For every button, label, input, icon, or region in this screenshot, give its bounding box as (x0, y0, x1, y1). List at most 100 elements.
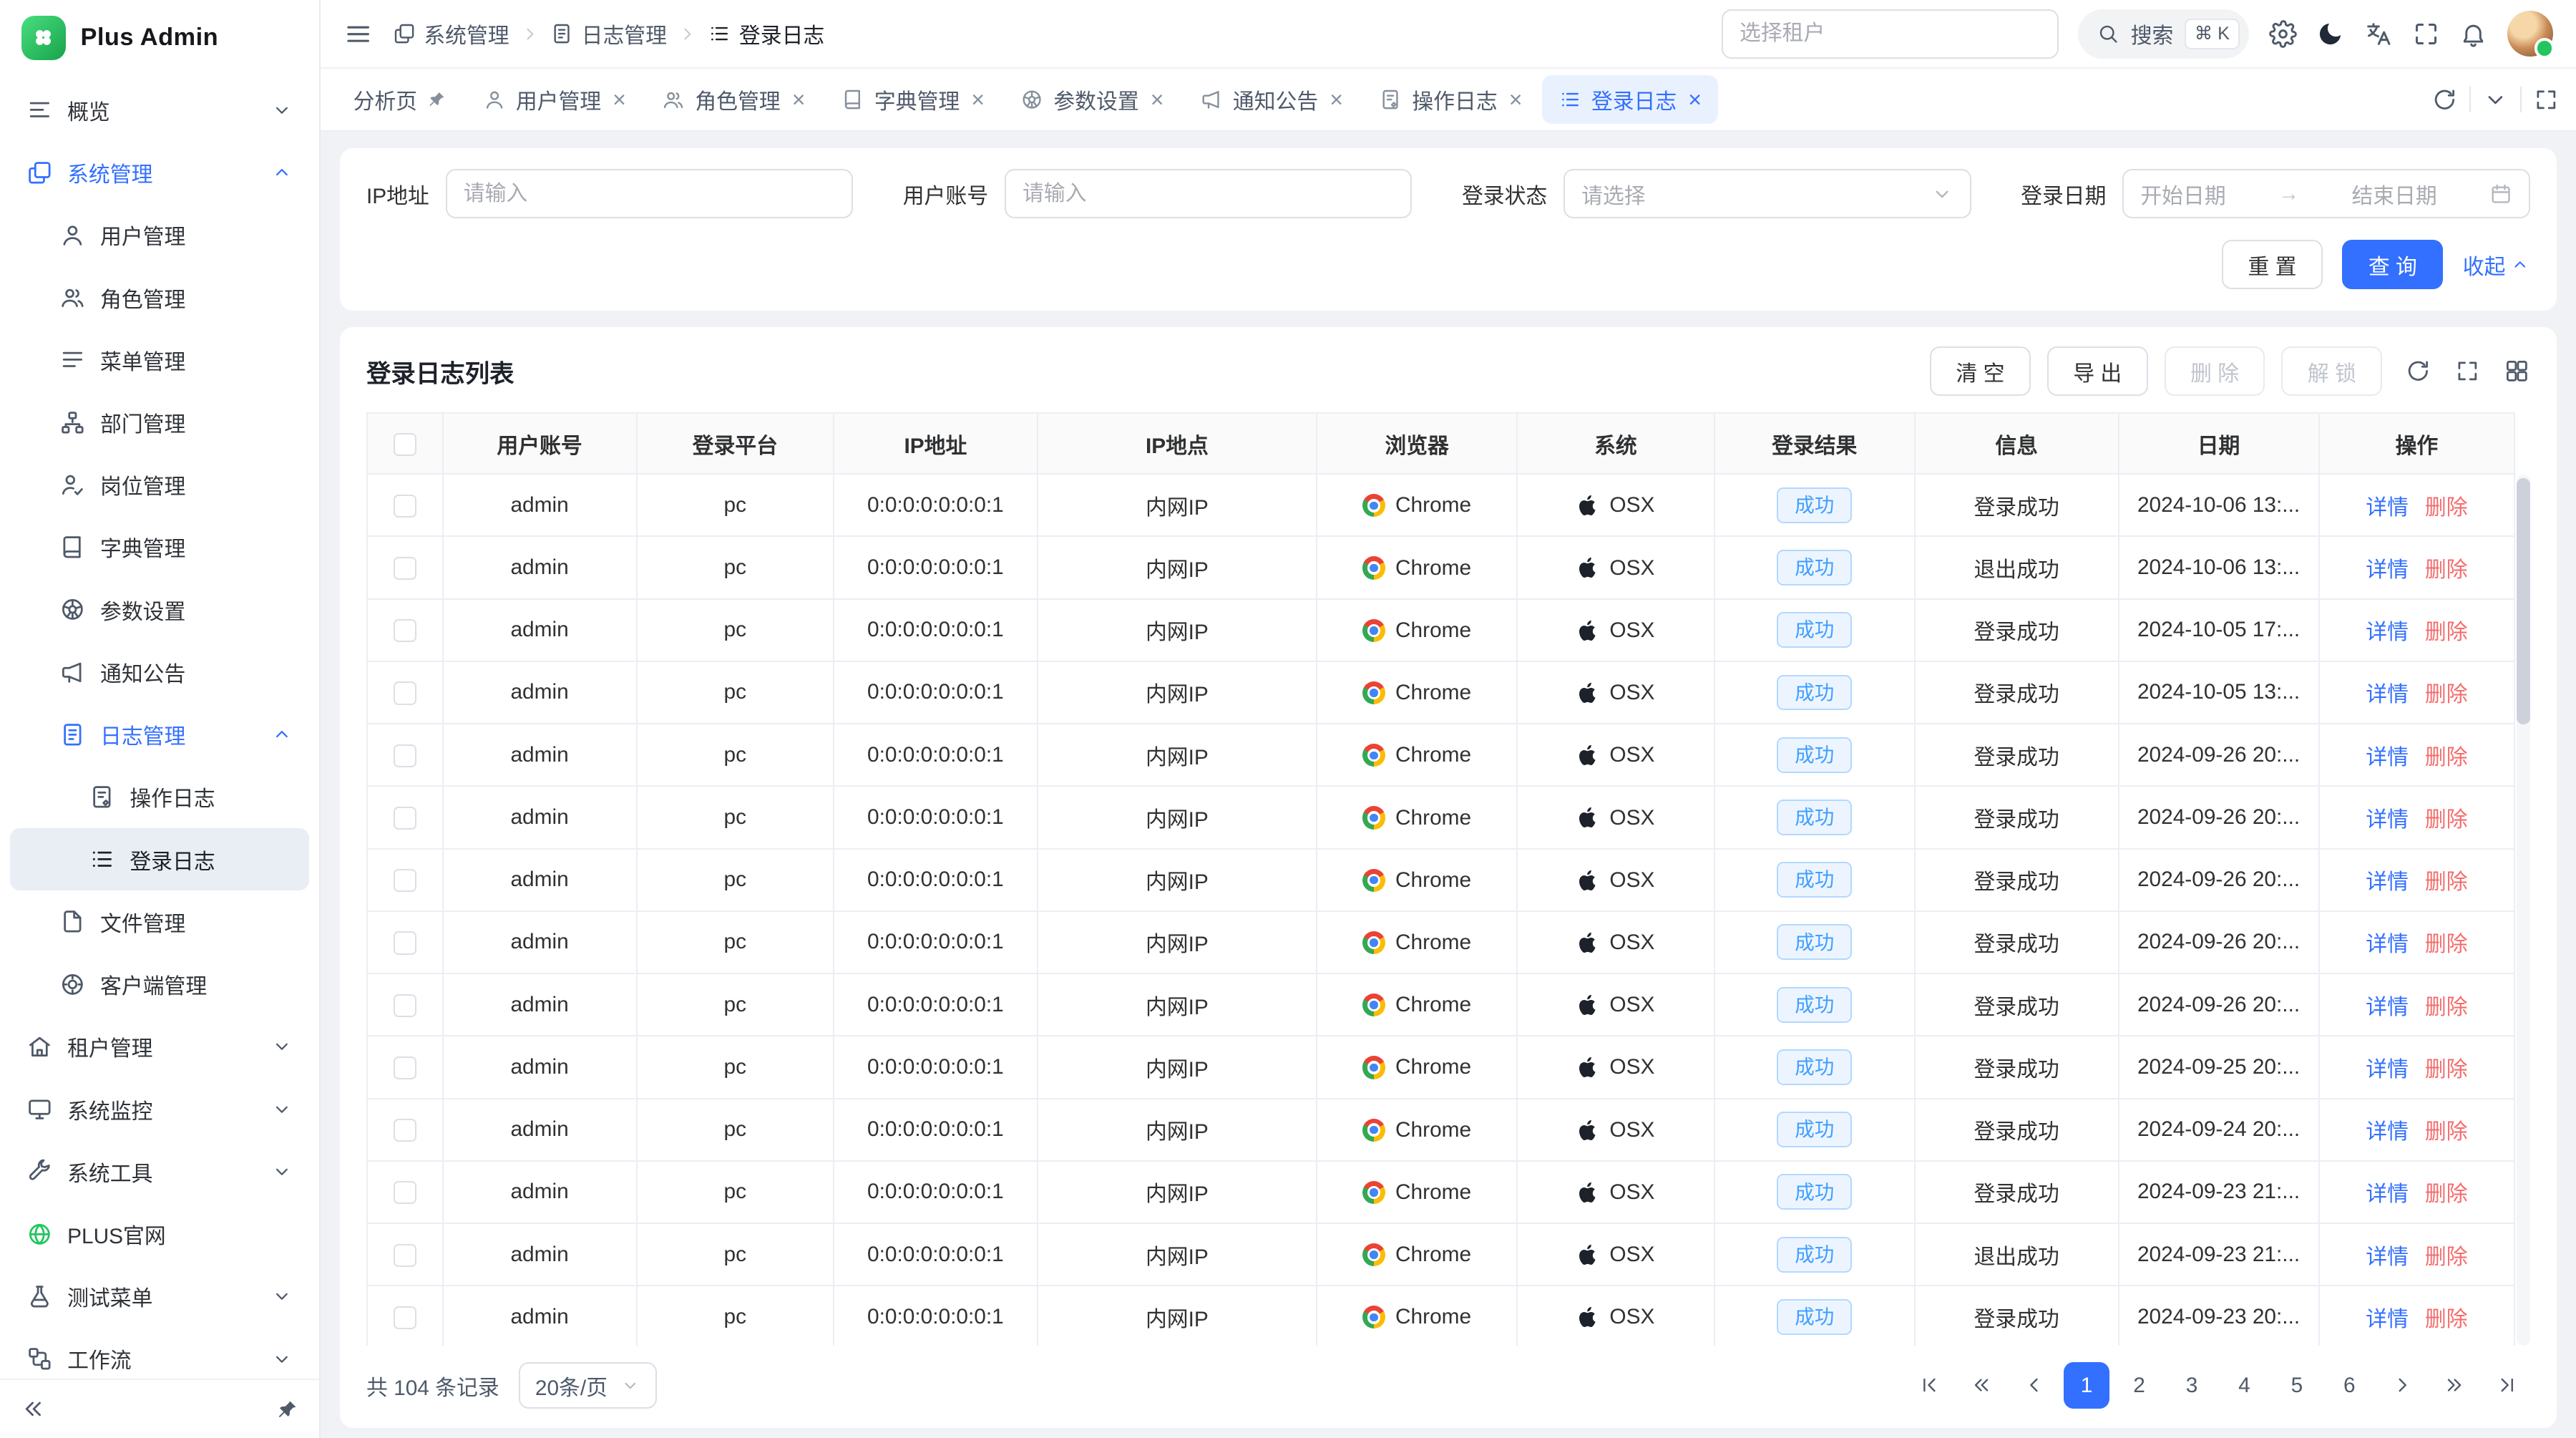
delete-link[interactable]: 删除 (2425, 746, 2468, 769)
delete-link[interactable]: 删除 (2425, 996, 2468, 1019)
page-2-button[interactable]: 2 (2116, 1362, 2162, 1408)
account-input[interactable] (1023, 182, 1395, 206)
next-5-pages-button[interactable] (2431, 1362, 2477, 1408)
clear-button[interactable]: 清 空 (1930, 346, 2031, 396)
notifications-bell-button[interactable] (2459, 20, 2487, 48)
tenant-select[interactable] (1722, 9, 2059, 59)
page-4-button[interactable]: 4 (2221, 1362, 2267, 1408)
tab-param-settings[interactable]: 参数设置× (1005, 75, 1181, 125)
ip-input[interactable] (464, 182, 836, 206)
page-1-button[interactable]: 1 (2064, 1362, 2109, 1408)
tab-dict-mgmt[interactable]: 字典管理× (825, 75, 1001, 125)
close-icon[interactable]: × (613, 88, 626, 111)
page-6-button[interactable]: 6 (2326, 1362, 2372, 1408)
refresh-page-button[interactable] (2431, 87, 2458, 113)
dark-mode-toggle[interactable] (2316, 20, 2344, 48)
sidebar-item-tenant-mgmt[interactable]: 租户管理 (10, 1016, 309, 1078)
sidebar-item-client-mgmt[interactable]: 客户端管理 (10, 953, 309, 1015)
delete-button[interactable]: 删 除 (2165, 346, 2265, 396)
sidebar-item-system-tools[interactable]: 系统工具 (10, 1140, 309, 1203)
table-scrollbar[interactable] (2517, 475, 2529, 1346)
tab-notice[interactable]: 通知公告× (1184, 75, 1360, 125)
sidebar-item-system-mgmt[interactable]: 系统管理 (10, 141, 309, 203)
sidebar-item-workflow[interactable]: 工作流 (10, 1328, 309, 1379)
close-icon[interactable]: × (1151, 88, 1164, 111)
close-icon[interactable]: × (1688, 88, 1702, 111)
next-page-button[interactable] (2379, 1362, 2425, 1408)
user-avatar[interactable] (2507, 11, 2553, 57)
row-checkbox[interactable] (394, 619, 416, 642)
pin-sidebar-button[interactable] (276, 1398, 299, 1421)
breadcrumb-item-system-mgmt[interactable]: 系统管理 (393, 18, 509, 49)
tenant-input[interactable] (1740, 21, 2041, 46)
delete-link[interactable]: 删除 (2425, 496, 2468, 520)
first-page-button[interactable] (1906, 1362, 1952, 1408)
select-all-checkbox[interactable] (394, 433, 416, 456)
status-select[interactable]: 请选择 (1563, 169, 1971, 218)
detail-link[interactable]: 详情 (2366, 558, 2409, 582)
row-checkbox[interactable] (394, 869, 416, 892)
close-icon[interactable]: × (1330, 88, 1343, 111)
detail-link[interactable]: 详情 (2366, 870, 2409, 894)
row-checkbox[interactable] (394, 1306, 416, 1329)
translate-button[interactable] (2364, 20, 2392, 48)
unlock-button[interactable]: 解 锁 (2281, 346, 2382, 396)
breadcrumb-item-log-mgmt[interactable]: 日志管理 (550, 18, 667, 49)
detail-link[interactable]: 详情 (2366, 1058, 2409, 1082)
collapse-filters-link[interactable]: 收起 (2463, 249, 2530, 281)
row-checkbox[interactable] (394, 557, 416, 580)
tab-actions-button[interactable] (2482, 87, 2509, 113)
detail-link[interactable]: 详情 (2366, 933, 2409, 956)
delete-link[interactable]: 删除 (2425, 558, 2468, 582)
sidebar-item-overview[interactable]: 概览 (10, 79, 309, 141)
sidebar-item-user-mgmt[interactable]: 用户管理 (10, 204, 309, 266)
sidebar-item-login-log[interactable]: 登录日志 (10, 828, 309, 890)
delete-link[interactable]: 删除 (2425, 1058, 2468, 1082)
detail-link[interactable]: 详情 (2366, 1182, 2409, 1206)
page-size-select[interactable]: 20条/页 (519, 1362, 656, 1408)
fullscreen-button[interactable] (2412, 20, 2440, 48)
last-page-button[interactable] (2484, 1362, 2530, 1408)
row-checkbox[interactable] (394, 495, 416, 518)
row-checkbox[interactable] (394, 1056, 416, 1079)
detail-link[interactable]: 详情 (2366, 496, 2409, 520)
sidebar-item-file-mgmt[interactable]: 文件管理 (10, 890, 309, 953)
menu-toggle-button[interactable] (343, 19, 373, 49)
page-3-button[interactable]: 3 (2169, 1362, 2215, 1408)
sidebar-item-test-menu[interactable]: 测试菜单 (10, 1265, 309, 1328)
refresh-table-button[interactable] (2405, 358, 2431, 384)
row-checkbox[interactable] (394, 744, 416, 767)
pin-icon[interactable] (427, 89, 447, 110)
close-icon[interactable]: × (792, 88, 806, 111)
settings-gear-button[interactable] (2269, 20, 2297, 48)
sidebar-item-plus-site[interactable]: PLUS官网 (10, 1203, 309, 1265)
date-range-picker[interactable]: 开始日期 → 结束日期 (2122, 169, 2529, 218)
sidebar-item-dept-mgmt[interactable]: 部门管理 (10, 391, 309, 453)
tab-op-log[interactable]: 操作日志× (1363, 75, 1539, 125)
reset-button[interactable]: 重 置 (2222, 240, 2323, 289)
tab-login-log[interactable]: 登录日志× (1542, 75, 1718, 125)
row-checkbox[interactable] (394, 681, 416, 704)
delete-link[interactable]: 删除 (2425, 683, 2468, 706)
delete-link[interactable]: 删除 (2425, 1120, 2468, 1144)
prev-page-button[interactable] (2011, 1362, 2057, 1408)
detail-link[interactable]: 详情 (2366, 1245, 2409, 1269)
detail-link[interactable]: 详情 (2366, 1120, 2409, 1144)
sidebar-item-system-monitor[interactable]: 系统监控 (10, 1078, 309, 1140)
table-fullscreen-button[interactable] (2454, 358, 2481, 384)
tab-analysis[interactable]: 分析页 (337, 75, 464, 125)
detail-link[interactable]: 详情 (2366, 1308, 2409, 1331)
row-checkbox[interactable] (394, 807, 416, 830)
row-checkbox[interactable] (394, 994, 416, 1017)
delete-link[interactable]: 删除 (2425, 621, 2468, 644)
scrollbar-thumb[interactable] (2517, 478, 2529, 724)
query-button[interactable]: 查 询 (2342, 240, 2443, 289)
delete-link[interactable]: 删除 (2425, 1308, 2468, 1331)
delete-link[interactable]: 删除 (2425, 870, 2468, 894)
row-checkbox[interactable] (394, 1244, 416, 1267)
close-icon[interactable]: × (1509, 88, 1523, 111)
row-checkbox[interactable] (394, 931, 416, 954)
app-logo[interactable]: Plus Admin (0, 0, 319, 76)
delete-link[interactable]: 删除 (2425, 933, 2468, 956)
sidebar-item-log-mgmt[interactable]: 日志管理 (10, 704, 309, 766)
